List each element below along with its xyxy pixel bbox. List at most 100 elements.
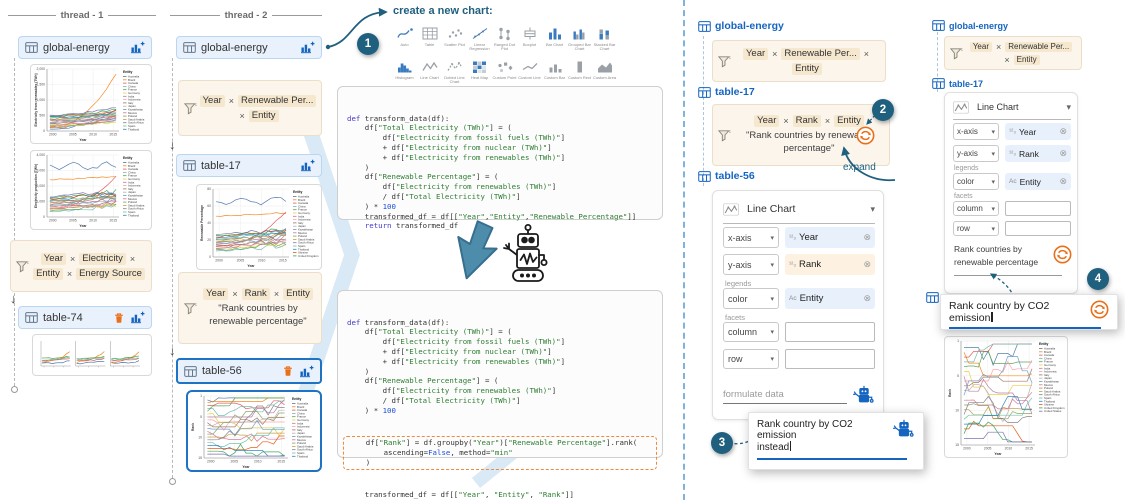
prompt-text[interactable]: Rank country by CO2 emission	[949, 300, 1086, 324]
field-tag[interactable]: Year	[754, 115, 779, 127]
remove-tag-icon[interactable]	[229, 96, 234, 106]
table-card-global-energy-t2[interactable]: global-energy	[176, 36, 322, 59]
channel-select-x-axis[interactable]: x-axis▾	[953, 123, 999, 140]
field-tag[interactable]: Entity	[792, 63, 822, 75]
concept-card-t1[interactable]: c Year Electricity Entity Energy Source	[10, 240, 152, 292]
field-tag[interactable]: Energy Source	[76, 268, 145, 280]
remove-field-icon[interactable]: ⊗	[1059, 126, 1067, 137]
column-facet-input[interactable]	[1005, 201, 1071, 216]
chevron-down-icon[interactable]: ▾	[870, 204, 875, 215]
field-chip-entity[interactable]: AcEntity⊗	[785, 288, 875, 309]
chart-preview-card[interactable]: 4,0003,0002,0001,00002000200520102015Ele…	[30, 150, 152, 230]
field-chip-year[interactable]: ¹²₃Year⊗	[785, 227, 875, 248]
concept-card-mid-renewable[interactable]: c Year Renewable Per... Entity	[712, 40, 886, 82]
remove-tag-icon[interactable]	[130, 254, 135, 264]
field-tag[interactable]: Year	[200, 95, 225, 107]
field-tag[interactable]: Electricity	[79, 253, 126, 265]
remove-tag-icon[interactable]	[67, 269, 72, 279]
chart-preview-card[interactable]: 2,0001,5001,00050002000200520102015Elect…	[30, 64, 152, 144]
chart-preview-card[interactable]: 1510152000200520102015RankYearEntityAust…	[944, 336, 1068, 458]
field-chip-year[interactable]: ¹²₃Year⊗	[1005, 123, 1071, 140]
remove-tag-icon[interactable]	[783, 116, 788, 126]
refresh-icon[interactable]	[1053, 245, 1072, 264]
formulate-data-input[interactable]: formulate data	[723, 389, 847, 404]
prompt-text-line2[interactable]: instead	[757, 441, 887, 453]
breadcrumb-table-56[interactable]: table-56	[698, 170, 755, 182]
delete-table-icon[interactable]	[113, 312, 125, 324]
column-facet-input[interactable]	[785, 322, 875, 342]
remove-tag-icon[interactable]	[70, 254, 75, 264]
ai-robot-icon[interactable]	[853, 385, 875, 404]
field-tag[interactable]: Renewable Per...	[1005, 42, 1072, 52]
chart-preview-card-selected[interactable]: 1510152000200520102015RankYearEntityAust…	[186, 390, 322, 472]
remove-tag-icon[interactable]	[232, 289, 237, 299]
chart-type-regression[interactable]: Linear Regression	[467, 26, 492, 59]
field-tag[interactable]: Renewable Per...	[781, 48, 859, 60]
channel-select-color[interactable]: color▾	[723, 288, 779, 309]
chart-preview-card[interactable]: 8060402002000200520102015Renewable Perce…	[196, 184, 322, 270]
remove-tag-icon[interactable]	[825, 116, 830, 126]
concept-card-right[interactable]: c Year Renewable Per... Entity	[944, 36, 1082, 70]
field-tag[interactable]: Entity	[1014, 55, 1040, 65]
breadcrumb-table-17[interactable]: table-17	[932, 78, 983, 89]
channel-select-x-axis[interactable]: x-axis▾	[723, 227, 779, 248]
chart-type-groupedbar[interactable]: Grouped Bar Chart	[567, 26, 592, 59]
field-tag[interactable]: Rank	[793, 115, 821, 127]
refresh-icon[interactable]	[856, 126, 875, 145]
channel-select-color[interactable]: color▾	[953, 173, 999, 190]
field-tag[interactable]: Rank	[242, 288, 270, 300]
breadcrumb-global-energy[interactable]: global-energy	[698, 20, 784, 32]
breadcrumb-table-17[interactable]: table-17	[698, 86, 755, 98]
channel-select-row[interactable]: row▾	[723, 349, 779, 369]
table-card-table-74[interactable]: table-74	[18, 306, 152, 329]
field-tag[interactable]: Year	[203, 288, 228, 300]
new-chart-icon[interactable]	[300, 159, 315, 172]
chart-preview-card[interactable]	[32, 334, 152, 376]
chart-type-stackedbar[interactable]: Stacked Bar Chart	[592, 26, 617, 59]
field-tag[interactable]: Year	[743, 48, 768, 60]
field-chip-rank[interactable]: ¹²₃Rank⊗	[1005, 145, 1071, 162]
remove-tag-icon[interactable]	[1004, 55, 1009, 65]
new-chart-icon[interactable]	[130, 311, 145, 324]
remove-tag-icon[interactable]	[772, 49, 777, 59]
field-tag[interactable]: Entity	[283, 288, 313, 300]
remove-field-icon[interactable]: ⊗	[863, 259, 871, 270]
refresh-icon[interactable]	[1090, 300, 1109, 319]
chart-type-tablegrid[interactable]: Table	[417, 26, 442, 59]
row-facet-input[interactable]	[785, 349, 875, 369]
chart-type-auto[interactable]: Auto	[392, 26, 417, 59]
ai-robot-icon[interactable]	[893, 419, 915, 453]
field-tag[interactable]: Entity	[33, 268, 63, 280]
row-facet-input[interactable]	[1005, 221, 1071, 236]
field-chip-entity[interactable]: AcEntity⊗	[1005, 173, 1071, 190]
field-tag[interactable]: Entity	[834, 115, 864, 127]
remove-tag-icon[interactable]	[996, 42, 1001, 52]
channel-select-y-axis[interactable]: y-axis▾	[953, 145, 999, 162]
new-chart-icon[interactable]	[130, 41, 145, 54]
delete-table-icon[interactable]	[282, 365, 294, 377]
remove-field-icon[interactable]: ⊗	[1059, 148, 1067, 159]
remove-tag-icon[interactable]	[864, 49, 869, 59]
remove-field-icon[interactable]: ⊗	[863, 232, 871, 243]
channel-select-y-axis[interactable]: y-axis▾	[723, 254, 779, 275]
breadcrumb-global-energy[interactable]: global-energy	[932, 20, 1008, 31]
field-tag[interactable]: Year	[41, 253, 66, 265]
remove-tag-icon[interactable]	[274, 289, 279, 299]
field-chip-rank[interactable]: ¹²₃Rank⊗	[785, 254, 875, 275]
chart-type-boxplot[interactable]: Boxplot	[517, 26, 542, 59]
field-tag[interactable]: Renewable Per...	[238, 95, 316, 107]
channel-select-column[interactable]: column▾	[953, 201, 999, 216]
concept-card-t2-rank[interactable]: c Year Rank Entity "Rank countries by re…	[178, 272, 322, 344]
remove-field-icon[interactable]: ⊗	[863, 293, 871, 304]
chevron-down-icon[interactable]: ▾	[1066, 102, 1071, 113]
chart-type-scatter[interactable]: Scatter Plot	[442, 26, 467, 59]
prompt-text-line1[interactable]: Rank country by CO2 emission	[757, 419, 887, 441]
field-tag[interactable]: Entity	[249, 110, 279, 122]
concept-card-t2-renewable[interactable]: c Year Renewable Per... Entity	[178, 80, 322, 136]
table-card-table-56[interactable]: table-56	[176, 358, 322, 384]
channel-select-row[interactable]: row▾	[953, 221, 999, 236]
remove-field-icon[interactable]: ⊗	[1059, 176, 1067, 187]
field-tag[interactable]: Year	[970, 42, 992, 52]
new-chart-icon[interactable]	[299, 365, 314, 378]
chart-type-rangeddot[interactable]: Ranged Dot Plot	[492, 26, 517, 59]
